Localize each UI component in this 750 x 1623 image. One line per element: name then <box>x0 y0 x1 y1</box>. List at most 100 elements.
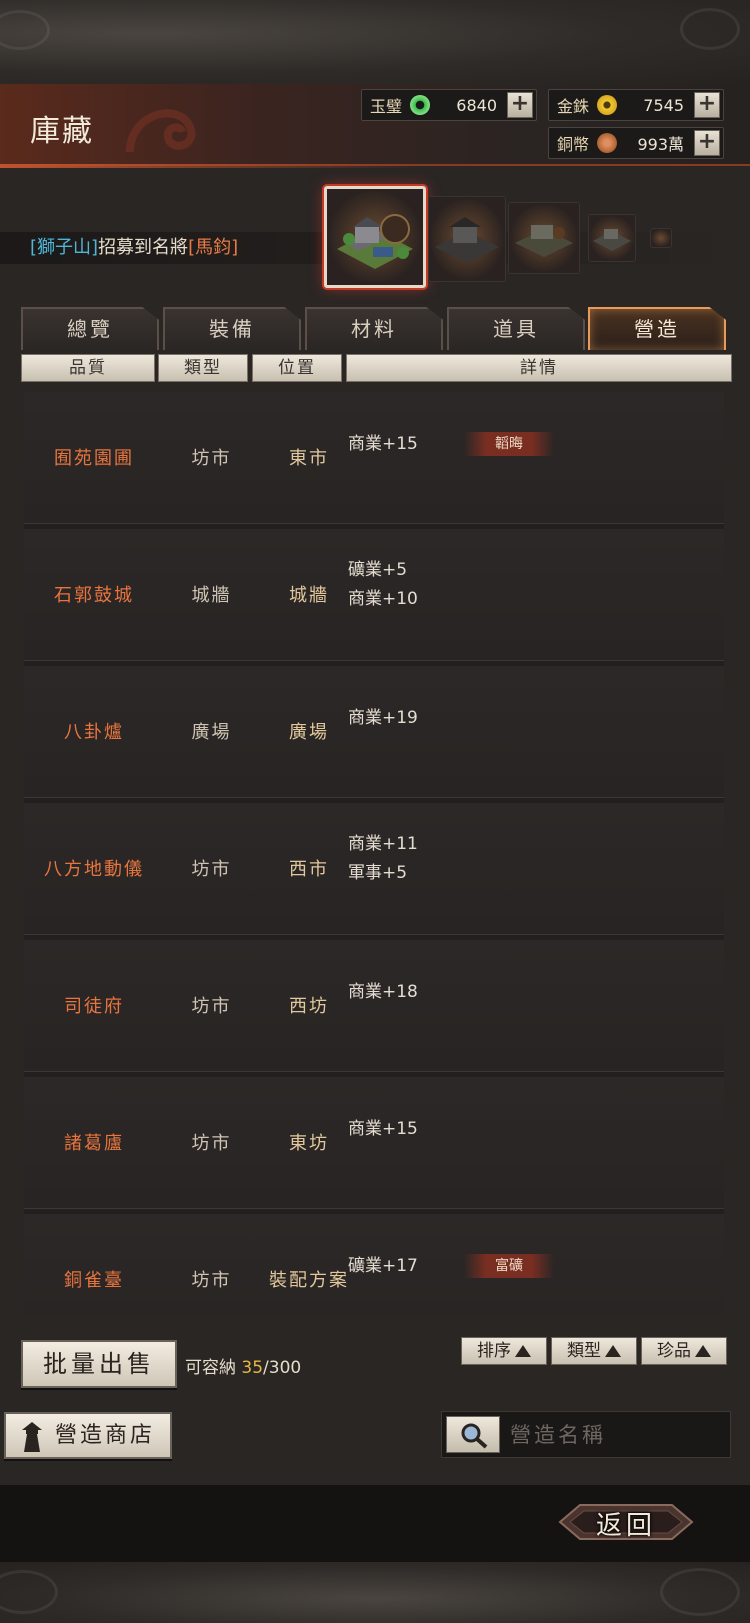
currency-label: 銅幣 <box>557 135 590 154</box>
item-detail: 軍事+5 <box>348 863 408 883</box>
item-name: 囿苑園圃 <box>54 448 134 469</box>
item-type: 坊市 <box>191 859 232 880</box>
list-item[interactable]: 囿苑園圃 坊市 東市 商業+15 韜晦 <box>24 392 724 524</box>
notice-bracket: ] <box>231 237 239 258</box>
capacity-max: 300 <box>268 1358 302 1378</box>
item-detail: 商業+19 <box>348 708 418 728</box>
tab-construction[interactable]: 營造 <box>588 307 726 350</box>
cloud-pattern-icon <box>126 109 196 153</box>
item-name: 石郭鼓城 <box>54 585 134 606</box>
filter-type-button[interactable]: 類型 <box>551 1337 637 1365</box>
list-item[interactable]: 諸葛廬 坊市 東坊 商業+15 <box>24 1077 724 1209</box>
sort-label: 排序 <box>477 1341 511 1361</box>
back-button[interactable]: 返回 <box>556 1497 696 1547</box>
list-item[interactable]: 司徒府 坊市 西坊 商業+18 <box>24 940 724 1072</box>
item-detail: 商業+15 <box>348 1119 418 1139</box>
search-input[interactable] <box>510 1418 720 1452</box>
column-quality[interactable]: 品質 <box>21 354 155 382</box>
item-detail: 商業+11 <box>348 834 418 854</box>
bulk-sell-button[interactable]: 批量出售 <box>21 1340 177 1388</box>
item-type: 坊市 <box>191 448 232 469</box>
construction-shop-button[interactable]: 營造商店 <box>4 1412 172 1459</box>
tab-equipment[interactable]: 裝備 <box>163 307 301 350</box>
building-thumbnail[interactable] <box>508 202 580 274</box>
add-jade-button[interactable]: + <box>507 92 533 118</box>
item-type: 坊市 <box>191 1270 232 1291</box>
page-title: 庫藏 <box>30 114 94 149</box>
notice-text: 招募到名將 <box>98 237 189 258</box>
triangle-up-icon <box>605 1345 621 1357</box>
column-type[interactable]: 類型 <box>158 354 248 382</box>
list-item[interactable]: 八方地動儀 坊市 西市 商業+11 軍事+5 <box>24 803 724 935</box>
tab-materials[interactable]: 材料 <box>305 307 443 350</box>
item-detail: 商業+10 <box>348 589 418 609</box>
currency-value: 6840 <box>456 95 497 115</box>
item-detail: 礦業+5 <box>348 560 408 580</box>
currency-gold: 金銖 7545 + <box>548 89 724 121</box>
gold-coin-icon <box>597 95 617 115</box>
item-tag-badge: 富礦 <box>464 1254 554 1278</box>
list-item[interactable]: 八卦爐 廣場 廣場 商業+19 <box>24 666 724 798</box>
item-name: 司徒府 <box>64 996 124 1017</box>
currency-value: 7545 <box>643 95 684 115</box>
currency-label: 金銖 <box>557 97 590 116</box>
sort-button[interactable]: 排序 <box>461 1337 547 1365</box>
item-tag-badge: 韜晦 <box>464 432 554 456</box>
building-preview-icon <box>593 229 631 251</box>
notice-place: 獅子山 <box>37 237 92 258</box>
item-name: 八方地動儀 <box>44 859 144 880</box>
currency-label: 玉璧 <box>370 97 403 116</box>
item-type: 廣場 <box>191 722 232 743</box>
construction-list[interactable]: 囿苑園圃 坊市 東市 商業+15 韜晦 石郭鼓城 城牆 城牆 礦業+5 商業+1… <box>24 392 724 1314</box>
building-thumbnail[interactable] <box>588 214 636 262</box>
cloud-ornament <box>660 1568 740 1616</box>
tower-icon <box>22 1422 42 1452</box>
item-type: 坊市 <box>191 996 232 1017</box>
cloud-ornament <box>0 10 50 50</box>
building-thumbnail[interactable] <box>428 196 506 282</box>
capacity-current: 35 <box>241 1358 264 1378</box>
rare-label: 珍品 <box>657 1341 691 1361</box>
top-decor-band <box>0 0 750 84</box>
currency-value: 993萬 <box>637 135 684 154</box>
filter-rare-button[interactable]: 珍品 <box>641 1337 727 1365</box>
search-icon <box>461 1423 488 1449</box>
triangle-up-icon <box>695 1345 711 1357</box>
building-preview-icon <box>515 225 573 257</box>
currency-jade: 玉璧 6840 + <box>361 89 537 121</box>
capacity-text: 可容納 35/300 <box>185 1353 301 1378</box>
bottom-decor-band <box>0 1562 750 1623</box>
item-detail: 商業+18 <box>348 982 418 1002</box>
capacity-label: 可容納 <box>185 1358 236 1378</box>
item-detail: 礦業+17 <box>348 1256 418 1276</box>
item-name: 諸葛廬 <box>64 1133 124 1154</box>
item-name: 八卦爐 <box>64 722 124 743</box>
search-bar <box>441 1411 731 1458</box>
list-item[interactable]: 石郭鼓城 城牆 城牆 礦業+5 商業+10 <box>24 529 724 661</box>
building-preview-icon <box>435 217 499 263</box>
currency-copper: 銅幣 993萬 + <box>548 127 724 159</box>
cloud-ornament <box>680 8 740 50</box>
building-preview-icon <box>337 214 413 269</box>
item-name: 銅雀臺 <box>64 1270 124 1291</box>
item-detail: 商業+15 <box>348 434 418 454</box>
add-copper-button[interactable]: + <box>694 130 720 156</box>
back-label: 返回 <box>595 1511 656 1541</box>
search-button[interactable] <box>446 1416 500 1453</box>
item-type: 城牆 <box>191 585 232 606</box>
tab-items[interactable]: 道具 <box>447 307 585 350</box>
building-thumbnail[interactable] <box>650 228 672 248</box>
triangle-up-icon <box>515 1345 531 1357</box>
column-details[interactable]: 詳情 <box>346 354 732 382</box>
notice-bracket: [ <box>30 237 38 258</box>
notice-general: 馬鈞 <box>195 237 232 258</box>
tab-overview[interactable]: 總覽 <box>21 307 159 350</box>
building-thumbnail-selected[interactable] <box>324 186 426 288</box>
shop-label: 營造商店 <box>54 1423 155 1448</box>
cloud-ornament <box>0 1570 58 1614</box>
column-location[interactable]: 位置 <box>252 354 342 382</box>
item-type: 坊市 <box>191 1133 232 1154</box>
add-gold-button[interactable]: + <box>694 92 720 118</box>
jade-disc-icon <box>410 95 430 115</box>
list-item[interactable]: 銅雀臺 坊市 裝配方案 礦業+17 富礦 <box>24 1214 724 1314</box>
